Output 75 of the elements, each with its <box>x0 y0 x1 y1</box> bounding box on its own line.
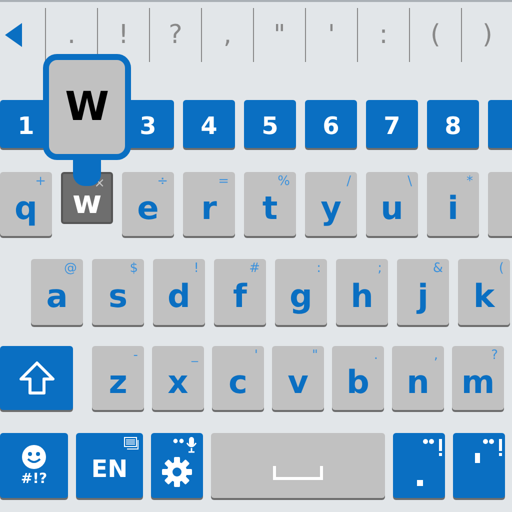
key-hint: ? <box>491 348 498 363</box>
symbol-suggestion[interactable]: ( <box>410 20 461 50</box>
key-hint: * <box>466 174 473 189</box>
key-hint: : <box>316 261 321 276</box>
letter-key[interactable]: " v <box>272 346 324 410</box>
letter-key[interactable]: & j <box>397 259 449 325</box>
letter-key[interactable]: @ a <box>31 259 83 325</box>
number-key[interactable]: 8 <box>427 100 479 148</box>
dots-exclamation-icon <box>483 439 502 456</box>
number-key[interactable]: 6 <box>305 100 357 148</box>
letter-key[interactable]: ? m <box>452 346 504 410</box>
key-hint: + <box>35 174 46 189</box>
period-icon <box>417 480 423 486</box>
language-key[interactable]: EN <box>76 433 143 498</box>
key-hint: = <box>218 174 229 189</box>
apostrophe-icon <box>475 453 480 463</box>
key-hint: / <box>346 174 351 189</box>
key-hint: ( <box>498 261 504 276</box>
key-hint: ! <box>194 261 199 276</box>
letter-key[interactable]: . b <box>332 346 384 410</box>
symbol-suggestion[interactable]: ! <box>98 20 149 50</box>
symbol-suggestion[interactable]: . <box>46 20 97 50</box>
letter-key[interactable]: ' c <box>212 346 264 410</box>
letter-key[interactable]: ÷ e <box>122 172 174 236</box>
letter-key[interactable]: / y <box>305 172 357 236</box>
key-preview-letter: W <box>64 84 110 130</box>
symbol-suggestion[interactable]: " <box>254 20 305 50</box>
letter-key[interactable]: ( k <box>458 259 510 325</box>
letter-key[interactable]: _ x <box>152 346 204 410</box>
key-hint: - <box>133 348 138 363</box>
letter-key[interactable]: - z <box>92 346 144 410</box>
shift-key[interactable] <box>0 346 73 410</box>
space-bar-icon <box>273 466 323 480</box>
number-key[interactable]: 5 <box>244 100 296 148</box>
settings-key[interactable] <box>151 433 203 498</box>
key-hint: ' <box>254 348 258 363</box>
keyboard-icon <box>124 437 139 450</box>
symbol-suggestion[interactable]: ? <box>150 20 201 50</box>
key-hint: . <box>374 348 378 363</box>
microphone-icon <box>173 437 199 453</box>
key-hint: , <box>434 348 438 363</box>
key-hint: $ <box>130 261 138 276</box>
dots-exclamation-icon <box>423 439 442 456</box>
symbol-suggestion[interactable]: ' <box>306 20 357 50</box>
number-key[interactable]: 7 <box>366 100 418 148</box>
key-hint: \ <box>408 174 412 189</box>
letter-key[interactable]: # f <box>214 259 266 325</box>
key-hint: " <box>312 348 318 363</box>
letter-key[interactable]: : g <box>275 259 327 325</box>
key-hint: # <box>249 261 260 276</box>
letter-key[interactable]: + q <box>0 172 52 236</box>
letter-key[interactable]: ; h <box>336 259 388 325</box>
letter-key[interactable]: % t <box>244 172 296 236</box>
number-key[interactable]: 4 <box>183 100 235 148</box>
key-hint: % <box>278 174 290 189</box>
period-key[interactable] <box>393 433 445 498</box>
left-arrow-icon[interactable] <box>5 23 22 47</box>
letter-key[interactable]: = r <box>183 172 235 236</box>
letter-key[interactable]: , n <box>392 346 444 410</box>
emoji-key[interactable]: #!? <box>0 433 68 498</box>
letter-key[interactable]: ! d <box>153 259 205 325</box>
key-hint: ; <box>378 261 382 276</box>
key-hint: & <box>432 261 443 276</box>
letter-key[interactable]: * i <box>427 172 479 236</box>
smiley-icon <box>22 444 46 468</box>
shift-arrow-icon <box>18 361 54 395</box>
symbol-suggestion[interactable]: , <box>202 20 253 50</box>
key-hint: ÷ <box>157 174 168 189</box>
punctuation-key[interactable] <box>453 433 505 498</box>
symbol-suggestion[interactable]: : <box>358 20 409 50</box>
key-hint: _ <box>192 348 198 363</box>
symbol-suggestion[interactable]: ) <box>462 20 512 50</box>
letter-key[interactable]: \ u <box>366 172 418 236</box>
key-hint: @ <box>64 261 77 276</box>
letter-key[interactable]: $ s <box>92 259 144 325</box>
